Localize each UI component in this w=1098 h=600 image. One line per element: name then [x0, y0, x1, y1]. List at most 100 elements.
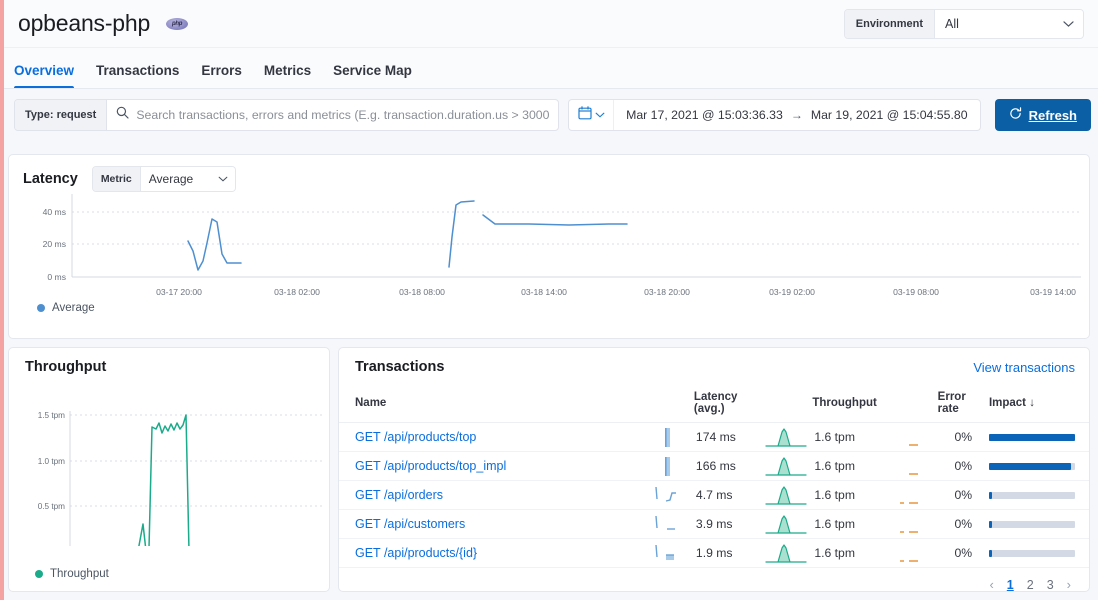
throughput-sparkline — [759, 452, 812, 481]
refresh-label: Refresh — [1029, 108, 1077, 123]
metric-label: Metric — [93, 167, 141, 191]
impact-bar-fill — [989, 550, 992, 557]
search-icon — [116, 106, 129, 124]
pagination-page-1[interactable]: 1 — [1007, 578, 1014, 592]
throughput-sparkline — [759, 481, 812, 510]
table-row[interactable]: GET /api/orders 4.7 ms 1.6 tpm 0% — [339, 481, 1089, 510]
error-rate-sparkline — [886, 423, 938, 452]
tab-errors[interactable]: Errors — [201, 63, 242, 88]
tab-transactions[interactable]: Transactions — [96, 63, 179, 88]
table-row[interactable]: GET /api/products/top 174 ms 1.6 tpm 0% — [339, 423, 1089, 452]
query-type-label: Type: request — [15, 100, 107, 130]
environment-dropdown[interactable]: All — [935, 10, 1083, 38]
latency-value: 4.7 ms — [694, 481, 760, 510]
latency-value: 3.9 ms — [694, 510, 760, 539]
impact-bar-track — [989, 521, 1075, 528]
latency-value: 1.9 ms — [694, 539, 760, 568]
throughput-ytick-05: 0.5 tpm — [38, 502, 65, 511]
transaction-name-link[interactable]: GET /api/products/top_impl — [355, 459, 506, 473]
environment-selector[interactable]: Environment All — [844, 9, 1084, 39]
date-arrow-icon: → — [791, 108, 803, 122]
left-accent-strip — [0, 0, 4, 600]
date-range-picker[interactable]: Mar 17, 2021 @ 15:03:36.33 → Mar 19, 202… — [568, 99, 981, 131]
throughput-chart[interactable]: 1.5 tpm 1.0 tpm 0.5 tpm 0 tpm 03-17 20:0… — [9, 381, 329, 546]
error-rate-value: 0% — [938, 452, 989, 481]
calendar-button[interactable] — [569, 100, 614, 130]
latency-chart[interactable]: 40 ms 20 ms 0 ms 03-17 20:00 03-18 02:00… — [9, 192, 1089, 302]
throughput-value: 1.6 tpm — [812, 423, 885, 452]
date-range-values[interactable]: Mar 17, 2021 @ 15:03:36.33 → Mar 19, 202… — [614, 100, 980, 130]
impact-bar-fill — [989, 521, 992, 528]
column-header-latency[interactable]: Latency (avg.) — [694, 385, 760, 423]
throughput-ytick-10: 1.0 tpm — [38, 457, 65, 466]
date-end[interactable]: Mar 19, 2021 @ 15:04:55.80 — [811, 108, 968, 122]
pagination-page-3[interactable]: 3 — [1047, 578, 1054, 592]
search-bar[interactable]: Type: request Search transactions, error… — [14, 99, 559, 131]
throughput-ytick-15: 1.5 tpm — [38, 411, 65, 420]
column-header-impact[interactable]: Impact ↓ — [989, 385, 1089, 423]
table-row[interactable]: GET /api/products/top_impl 166 ms 1.6 tp… — [339, 452, 1089, 481]
legend-dot-throughput — [35, 570, 43, 578]
refresh-button[interactable]: Refresh — [995, 99, 1091, 131]
transaction-name-link[interactable]: GET /api/products/top — [355, 430, 476, 444]
transaction-name-link[interactable]: GET /api/customers — [355, 517, 465, 531]
latency-xtick-3: 03-18 14:00 — [521, 287, 567, 297]
calendar-icon — [578, 106, 592, 125]
metric-value: Average — [149, 172, 193, 186]
search-input[interactable]: Search transactions, errors and metrics … — [107, 100, 558, 130]
error-rate-sparkline — [886, 481, 938, 510]
transactions-header: Transactions View transactions — [339, 348, 1089, 375]
legend-label-average: Average — [52, 302, 95, 314]
latency-ytick-20: 20 ms — [43, 239, 66, 249]
column-header-throughput[interactable]: Throughput — [812, 385, 885, 423]
view-transactions-link[interactable]: View transactions — [973, 360, 1075, 375]
throughput-title: Throughput — [9, 348, 329, 375]
environment-value: All — [945, 17, 959, 31]
pagination-prev[interactable]: ‹ — [989, 577, 993, 592]
impact-bar-fill — [989, 492, 992, 499]
app-header: opbeans-php php Environment All — [0, 0, 1098, 48]
latency-xtick-7: 03-19 14:00 — [1030, 287, 1076, 297]
impact-bar-track — [989, 550, 1075, 557]
latency-xtick-4: 03-18 20:00 — [644, 287, 690, 297]
column-header-throughput-spark — [759, 385, 812, 423]
latency-metric-selector[interactable]: Metric Average — [92, 166, 236, 192]
tab-service-map[interactable]: Service Map — [333, 63, 412, 88]
refresh-icon — [1009, 107, 1022, 123]
pagination-next[interactable]: › — [1067, 577, 1071, 592]
throughput-value: 1.6 tpm — [812, 539, 885, 568]
impact-bar-track — [989, 492, 1075, 499]
date-start[interactable]: Mar 17, 2021 @ 15:03:36.33 — [626, 108, 783, 122]
column-header-name[interactable]: Name — [339, 385, 643, 423]
latency-ytick-0: 0 ms — [47, 272, 66, 282]
latency-value: 166 ms — [694, 452, 760, 481]
transactions-table: Name Latency (avg.) Throughput Error rat… — [339, 385, 1089, 568]
pagination-page-2[interactable]: 2 — [1027, 578, 1034, 592]
throughput-value: 1.6 tpm — [812, 452, 885, 481]
search-placeholder: Search transactions, errors and metrics … — [136, 108, 549, 122]
page-title: opbeans-php — [18, 12, 150, 35]
latency-sparkline — [643, 481, 694, 510]
impact-bar-track — [989, 434, 1075, 441]
latency-xtick-5: 03-19 02:00 — [769, 287, 815, 297]
latency-value: 174 ms — [694, 423, 760, 452]
error-rate-value: 0% — [938, 539, 989, 568]
impact-cell — [989, 539, 1089, 568]
column-header-latency-spark — [643, 385, 694, 423]
transaction-name-link[interactable]: GET /api/products/{id} — [355, 546, 477, 560]
tab-overview[interactable]: Overview — [14, 63, 74, 88]
table-row[interactable]: GET /api/products/{id} 1.9 ms 1.6 tpm 0% — [339, 539, 1089, 568]
main-tabs: Overview Transactions Errors Metrics Ser… — [0, 48, 1098, 89]
chevron-down-icon — [218, 176, 228, 182]
metric-dropdown[interactable]: Average — [141, 167, 235, 191]
table-header-row: Name Latency (avg.) Throughput Error rat… — [339, 385, 1089, 423]
tab-metrics[interactable]: Metrics — [264, 63, 311, 88]
throughput-sparkline — [759, 510, 812, 539]
table-row[interactable]: GET /api/customers 3.9 ms 1.6 tpm 0% — [339, 510, 1089, 539]
impact-cell — [989, 510, 1089, 539]
impact-bar-fill — [989, 463, 1072, 470]
column-header-error-rate[interactable]: Error rate — [938, 385, 989, 423]
transaction-name-link[interactable]: GET /api/orders — [355, 488, 443, 502]
throughput-sparkline — [759, 539, 812, 568]
throughput-panel: Throughput 1.5 tpm 1.0 tpm 0.5 tpm 0 tpm… — [8, 347, 330, 592]
